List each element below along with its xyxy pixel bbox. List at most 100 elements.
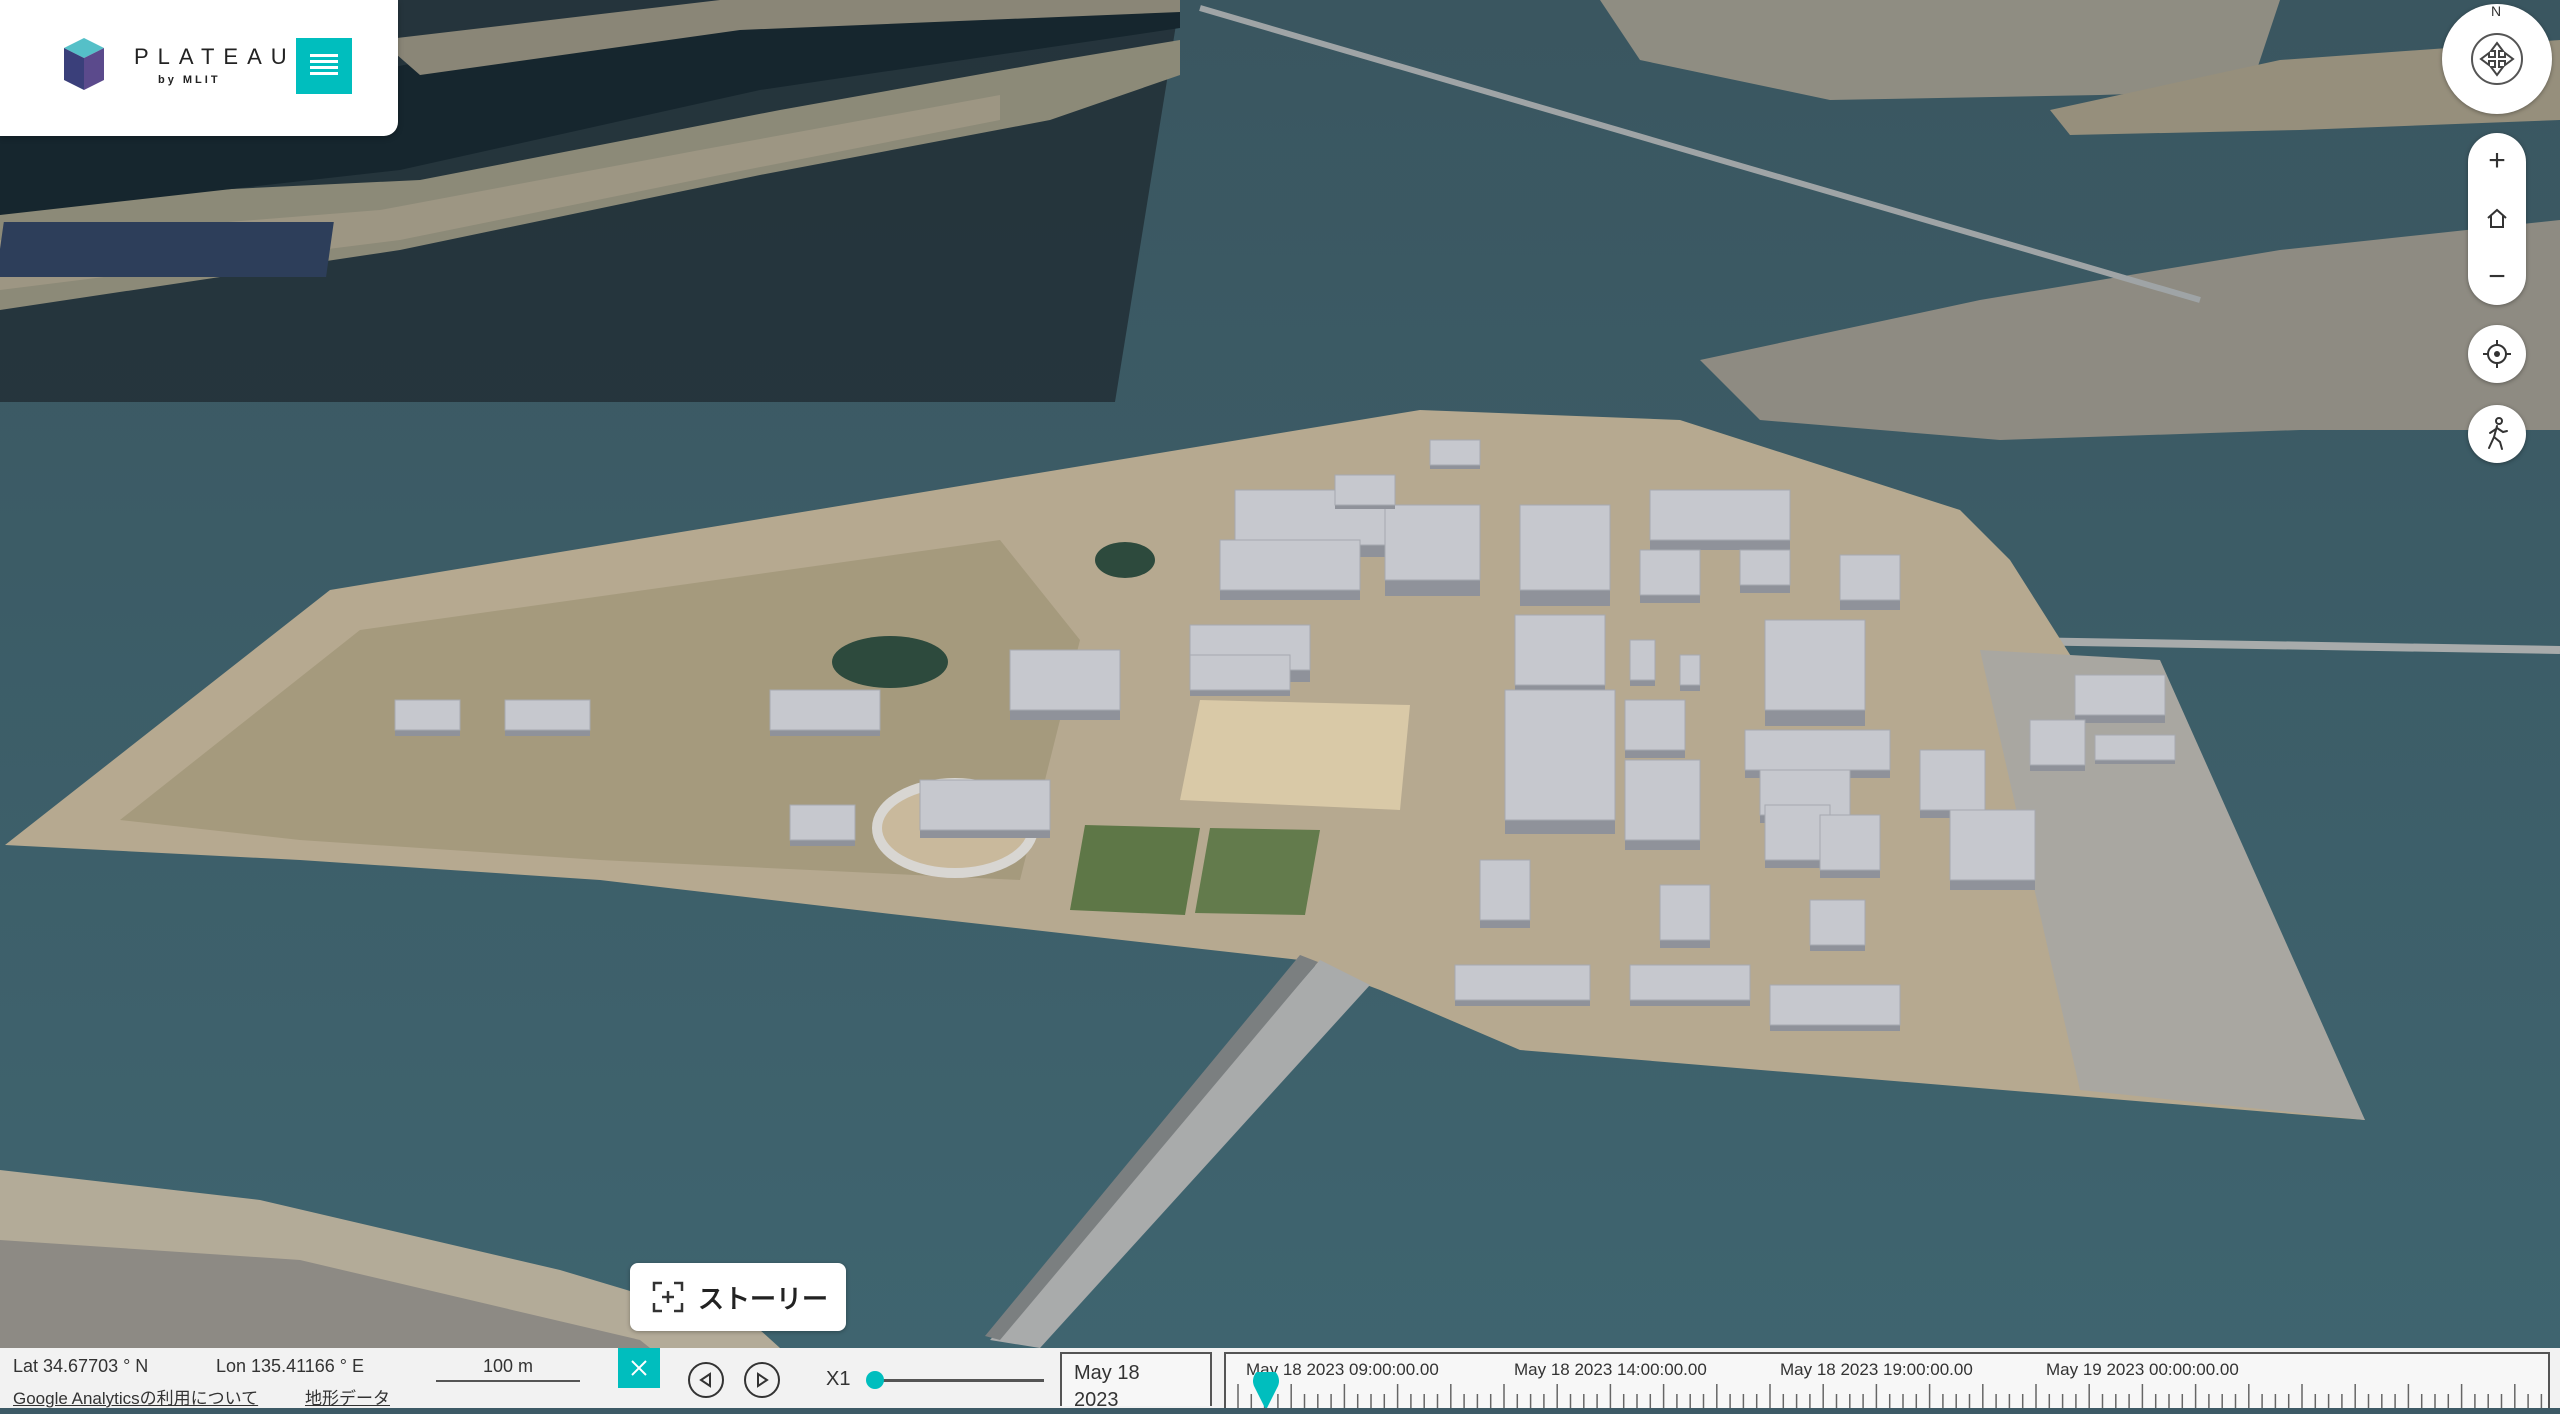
plateau-logo-icon [64, 38, 104, 90]
building-side [1430, 465, 1480, 469]
current-date-display: May 18 2023 [1060, 1352, 1212, 1411]
pond [832, 636, 948, 688]
terrain-data-link[interactable]: 地形データ [305, 1384, 390, 1409]
building-side [790, 840, 855, 846]
locate-button[interactable] [2468, 325, 2526, 383]
play-reverse-button[interactable] [688, 1362, 724, 1398]
walking-person-icon [2488, 417, 2508, 450]
compass-north-label: N [2491, 3, 2502, 19]
speed-slider-track[interactable] [876, 1379, 1044, 1382]
current-date-year: 2023 [1074, 1389, 1119, 1411]
building-roof [1629, 639, 1656, 681]
timeline-track[interactable]: May 18 2023 09:00:00.00 May 18 2023 14:0… [1224, 1352, 2550, 1408]
building-roof [1949, 809, 2036, 881]
playing-field-green-1 [1070, 825, 1200, 915]
building-side [1625, 750, 1685, 758]
building-side [1740, 585, 1790, 593]
speed-slider-handle[interactable] [866, 1371, 884, 1389]
building-roof [1624, 759, 1701, 841]
building-side [1660, 940, 1710, 948]
playback-speed-label: X1 [826, 1368, 851, 1390]
building-side [1520, 590, 1610, 606]
building-roof [1219, 539, 1361, 591]
building-roof [1009, 649, 1121, 711]
building-roof [1334, 474, 1396, 506]
logo-panel: PLATEAU by MLIT [0, 0, 398, 136]
building-side [1840, 600, 1900, 610]
building-side [2075, 715, 2165, 723]
coordinate-area: Lat 34.67703 ° N Lon 135.41166 ° E 100 m… [0, 1348, 616, 1408]
building-side [1630, 680, 1655, 686]
compass[interactable]: N [2442, 3, 2552, 114]
building-roof [769, 689, 881, 731]
building-roof [1739, 549, 1791, 586]
building-roof [1479, 859, 1531, 921]
pond-2 [1095, 542, 1155, 578]
building-roof [2029, 719, 2086, 766]
minus-icon: − [2488, 260, 2506, 293]
building-side [1455, 1000, 1590, 1006]
building-roof [1624, 699, 1686, 751]
building-roof [1504, 689, 1616, 821]
building-roof [1744, 729, 1891, 771]
timeline-ticks [1237, 1384, 2543, 1408]
building-roof [1839, 554, 1901, 601]
map-3d-view[interactable] [0, 0, 2560, 1408]
crosshair-icon [2483, 340, 2511, 368]
building-roof [1514, 614, 1606, 686]
building-side [1335, 505, 1395, 509]
hamburger-icon-line [310, 60, 338, 63]
pan-arrows-icon[interactable] [2471, 33, 2523, 85]
building-side [1480, 920, 1530, 928]
playing-field-green-2 [1195, 828, 1320, 915]
building-side [505, 730, 590, 736]
building-side [1630, 1000, 1750, 1006]
menu-button[interactable] [296, 38, 352, 94]
current-date-day: May 18 [1074, 1362, 1140, 1384]
building-roof [394, 699, 461, 731]
building-roof [1454, 964, 1591, 1001]
timeline-cursor-handle[interactable] [1250, 1372, 1282, 1408]
story-button-label: ストーリー [698, 1283, 829, 1314]
building-side [395, 730, 460, 736]
building-roof [2094, 734, 2176, 761]
building-side [920, 830, 1050, 838]
building-side [1680, 685, 1700, 691]
building-roof [1764, 619, 1866, 711]
pedestrian-view-button[interactable] [2468, 405, 2526, 463]
building-roof [1384, 504, 1481, 581]
building-roof [1819, 814, 1881, 871]
building-side [1950, 880, 2035, 890]
timeline-close-button[interactable] [618, 1348, 660, 1388]
building-roof [1809, 899, 1866, 946]
building-roof [1519, 504, 1611, 591]
play-icon [757, 1372, 769, 1388]
bottom-status-bar: Lat 34.67703 ° N Lon 135.41166 ° E 100 m… [0, 1348, 2560, 1411]
building-roof [919, 779, 1051, 831]
capture-frame-icon [652, 1281, 684, 1313]
home-icon [2487, 208, 2507, 228]
building-roof [789, 804, 856, 841]
zoom-out-button[interactable]: − [2468, 249, 2526, 305]
zoom-controls: + − [2468, 133, 2526, 305]
hamburger-icon [310, 54, 338, 57]
building-side [1190, 690, 1290, 696]
play-forward-button[interactable] [744, 1362, 780, 1398]
building-side [1765, 710, 1865, 726]
zoom-in-button[interactable]: + [2468, 133, 2526, 189]
building-roof [1659, 884, 1711, 941]
google-analytics-link[interactable]: Google Analyticsの利用について [13, 1384, 258, 1409]
building-side [1625, 840, 1700, 850]
building-roof [1649, 489, 1791, 541]
longitude-readout: Lon 135.41166 ° E [216, 1356, 364, 1376]
building-roof [1769, 984, 1901, 1026]
hamburger-icon-line [310, 72, 338, 75]
building-roof [2074, 674, 2166, 716]
scale-label: 100 m [482, 1356, 534, 1376]
app-logo-text: PLATEAU [134, 44, 296, 69]
story-button[interactable]: ストーリー [630, 1263, 846, 1331]
home-button[interactable] [2468, 191, 2526, 247]
building-roof [1679, 654, 1701, 686]
building-side [2095, 760, 2175, 764]
building-roof [504, 699, 591, 731]
